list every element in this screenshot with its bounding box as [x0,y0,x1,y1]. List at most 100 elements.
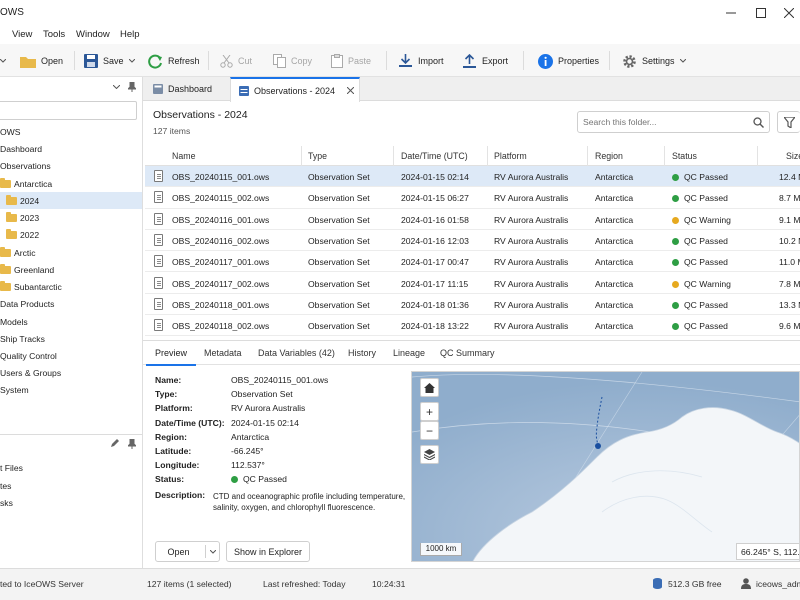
table-row[interactable]: OBS_20240118_002.ows Observation Set 202… [145,315,800,337]
map-view[interactable]: + − 1000 km 66.245° S, 112.5 [411,371,800,562]
close-tab-icon[interactable] [347,87,355,94]
pin-icon[interactable] [128,439,136,449]
cut-button[interactable]: Cut [220,50,252,72]
tree-item-observations[interactable]: Observations [0,157,51,174]
column-header-type[interactable]: Type [308,151,327,161]
import-button[interactable]: Import [398,50,444,72]
tree-filter-input[interactable] [0,101,137,120]
chevron-down-icon[interactable] [210,550,216,554]
cell-datetime: 2024-01-18 13:22 [401,321,469,332]
minimize-button[interactable] [718,0,744,26]
export-icon [463,53,476,68]
tab-preview[interactable]: Preview [155,348,187,358]
gear-icon [623,54,636,68]
file-icon [154,319,163,332]
tree-item-2023[interactable]: 2023 [6,209,39,226]
tab-dashboard[interactable]: Dashboard [145,77,229,101]
zoom-out-button[interactable]: − [420,421,439,440]
menu-window[interactable]: Window [76,29,110,40]
refresh-button[interactable]: Refresh [148,50,200,72]
column-header-datetime[interactable]: Date/Time (UTC) [401,151,468,161]
quick-item-tasks[interactable]: sks [0,498,13,508]
table-row[interactable]: OBS_20240116_002.ows Observation Set 202… [145,230,800,252]
tab-qc-summary[interactable]: QC Summary [440,348,495,358]
menu-tools[interactable]: Tools [43,29,65,40]
table-row[interactable]: OBS_20240115_001.ows Observation Set 202… [145,166,800,188]
show-in-explorer-button[interactable]: Show in Explorer [226,541,310,562]
copy-button[interactable]: Copy [273,50,312,72]
settings-button[interactable]: Settings [622,50,686,72]
maximize-button[interactable] [748,0,774,26]
quick-item-files[interactable]: t Files [0,463,23,473]
current-user[interactable]: iceows_adm [756,579,800,589]
map-home-button[interactable] [420,378,439,397]
status-dot-icon [672,280,679,288]
map-coordinates: 66.245° S, 112.5 [736,543,799,560]
tab-observations-2024[interactable]: Observations - 2024 [230,77,360,102]
close-window-button[interactable] [776,0,800,26]
observation-marker[interactable] [595,443,601,449]
filter-button[interactable] [777,111,800,133]
tree-item-2024[interactable]: 2024 [0,192,142,209]
open-button[interactable]: Open [20,50,63,72]
cell-type: Observation Set [308,321,370,332]
cell-region: Antarctica [595,214,634,225]
close-icon [784,8,794,18]
export-button[interactable]: Export [462,50,508,72]
column-header-status[interactable]: Status [672,151,697,161]
tree-item-ship-tracks[interactable]: Ship Tracks [0,330,45,347]
cell-datetime: 2024-01-16 01:58 [401,214,469,225]
cell-status: QC Warning [672,215,731,225]
tree-item-system[interactable]: System [0,381,29,398]
layers-button[interactable] [420,445,439,464]
quick-item-notes[interactable]: tes [0,481,11,491]
tab-metadata[interactable]: Metadata [204,348,242,358]
save-button[interactable]: Save [84,50,135,72]
search-icon[interactable] [753,117,764,128]
table-row[interactable]: OBS_20240118_001.ows Observation Set 202… [145,294,800,316]
search-box[interactable] [577,111,770,133]
prop-label-platform: Platform: [155,403,193,413]
tree-item-data-products[interactable]: Data Products [0,295,54,312]
chevron-down-icon[interactable] [113,85,120,89]
pin-icon[interactable] [128,82,136,92]
zoom-in-button[interactable]: + [420,402,439,421]
pencil-icon[interactable] [110,439,119,448]
column-header-size[interactable]: Size [786,151,800,161]
status-dot-icon [672,237,679,245]
column-header-platform[interactable]: Platform [494,151,527,161]
menu-view[interactable]: View [12,29,32,40]
tree-item-users-groups[interactable]: Users & Groups [0,364,61,381]
tree-item-quality-control[interactable]: Quality Control [0,347,57,364]
status-dot-icon [672,216,679,224]
tab-history[interactable]: History [348,348,376,358]
menu-help[interactable]: Help [120,29,140,40]
tree-item-subantarctic[interactable]: Subantarctic [0,278,62,295]
tree-item-models[interactable]: Models [0,313,28,330]
tree-item-2022[interactable]: 2022 [6,226,39,243]
search-input[interactable] [583,115,743,129]
paste-button[interactable]: Paste [331,50,371,72]
tree-item-arctic[interactable]: Arctic [0,244,35,261]
cell-datetime: 2024-01-15 02:14 [401,172,469,182]
tree-item-antarctica[interactable]: Antarctica [0,175,52,192]
navigation-pane: OWS Dashboard Observations Antarctica 20… [0,77,143,568]
tree-item-dashboard[interactable]: Dashboard [0,140,42,157]
open-split-button[interactable]: Open [155,541,220,562]
table-row[interactable]: OBS_20240117_001.ows Observation Set 202… [145,251,800,273]
tab-lineage[interactable]: Lineage [393,348,425,358]
table-row[interactable]: OBS_20240117_002.ows Observation Set 202… [145,273,800,294]
column-header-region[interactable]: Region [595,151,623,161]
cell-status: QC Passed [672,321,728,331]
properties-button[interactable]: Properties [538,50,599,72]
cell-type: Observation Set [308,193,370,204]
info-icon [538,53,553,69]
table-row[interactable]: OBS_20240115_002.ows Observation Set 202… [145,187,800,209]
split-divider [205,545,206,558]
table-row[interactable]: OBS_20240116_001.ows Observation Set 202… [145,209,800,230]
folder-icon [0,280,11,291]
tree-item-greenland[interactable]: Greenland [0,261,54,278]
tab-data-variables[interactable]: Data Variables (42) [258,348,335,358]
column-header-name[interactable]: Name [172,151,195,161]
tree-item-ows[interactable]: OWS [0,123,21,140]
